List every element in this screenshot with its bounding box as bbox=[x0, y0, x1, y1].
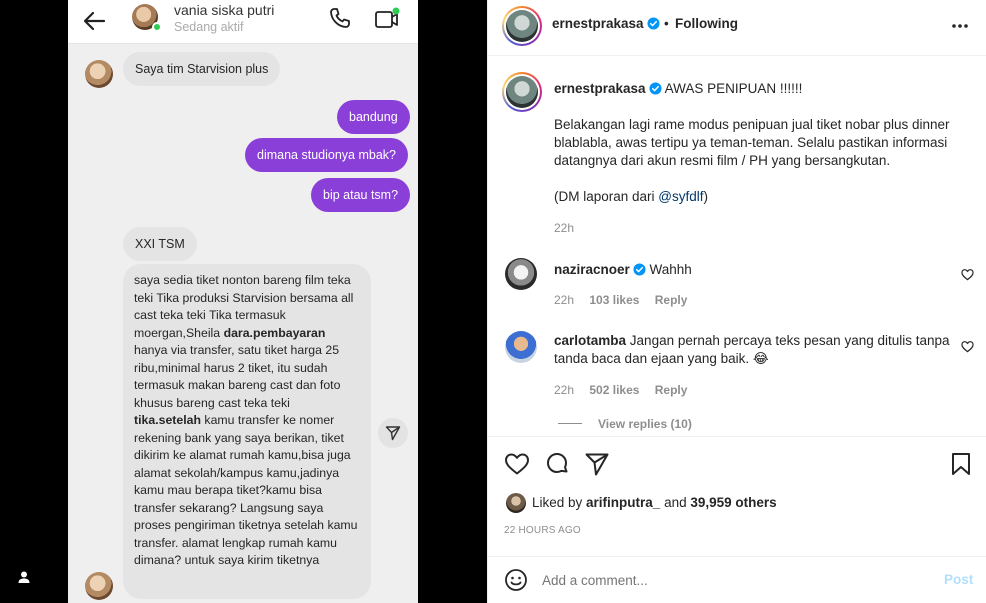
back-arrow-icon bbox=[83, 11, 106, 31]
video-call-icon bbox=[375, 7, 400, 28]
comment-text-line: naziracnoer Wahhh bbox=[554, 261, 954, 279]
add-comment-bar: Post bbox=[488, 556, 986, 603]
view-replies-button[interactable]: View replies (10) bbox=[598, 417, 692, 431]
contact-name: vania siska putri bbox=[174, 2, 275, 18]
caption-dm-prefix: (DM laporan dari bbox=[554, 189, 659, 204]
online-indicator bbox=[152, 22, 162, 32]
liked-by-prefix: Liked by bbox=[532, 495, 587, 510]
commenter-avatar[interactable] bbox=[505, 331, 537, 363]
comment-text-line: carlotamba Jangan pernah percaya teks pe… bbox=[554, 332, 954, 368]
chat-screenshot: vania siska putri Sedang aktif Saya tim … bbox=[68, 0, 418, 603]
comment-bubble-icon[interactable] bbox=[544, 451, 570, 477]
caption-author-username[interactable]: ernestprakasa bbox=[554, 81, 646, 96]
contact-avatar-small bbox=[85, 60, 113, 88]
liked-by-and: and bbox=[660, 495, 691, 510]
message-text: kamu transfer ke nomer rekening bank yan… bbox=[134, 413, 358, 567]
comment-likes[interactable]: 103 likes bbox=[589, 293, 639, 307]
message-bold-text: tika.setelah bbox=[134, 413, 201, 427]
more-options-icon[interactable] bbox=[950, 16, 970, 36]
verified-badge-icon bbox=[633, 263, 646, 276]
author-avatar[interactable] bbox=[502, 6, 542, 46]
comment-time: 22h bbox=[554, 383, 575, 397]
post-actions: Liked by arifinputra_ and 39,959 others … bbox=[488, 436, 986, 556]
emoji-icon[interactable] bbox=[504, 568, 528, 592]
share-send-icon[interactable] bbox=[584, 451, 610, 477]
comment-meta: 22h 502 likes Reply bbox=[554, 383, 687, 397]
caption-title-line: ernestprakasa AWAS PENIPUAN !!!!!! bbox=[554, 80, 970, 98]
comment-like-heart-icon[interactable] bbox=[961, 340, 974, 353]
view-replies-line bbox=[558, 423, 582, 424]
liked-by-others[interactable]: 39,959 others bbox=[690, 495, 776, 510]
caption-timestamp: 22h bbox=[554, 221, 575, 235]
comment-likes[interactable]: 502 likes bbox=[589, 383, 639, 397]
message-bold-text: dara.pembayaran bbox=[223, 325, 326, 340]
comment-text: Wahhh bbox=[649, 262, 692, 277]
verified-badge-icon bbox=[647, 17, 660, 30]
post-media: vania siska putri Sedang aktif Saya tim … bbox=[0, 0, 487, 603]
liked-by-text: Liked by arifinputra_ and 39,959 others bbox=[532, 495, 777, 510]
incoming-long-message: saya sedia tiket nonton bareng film teka… bbox=[123, 264, 371, 599]
like-heart-icon[interactable] bbox=[504, 451, 530, 477]
comment-reply-button[interactable]: Reply bbox=[655, 293, 688, 307]
post-header: ernestprakasa • Following bbox=[488, 0, 986, 56]
caption-dm-suffix: ) bbox=[703, 189, 709, 204]
caption-author-avatar[interactable] bbox=[502, 72, 542, 112]
following-button[interactable]: Following bbox=[675, 16, 738, 31]
tagged-user-icon[interactable] bbox=[17, 570, 31, 584]
incoming-message: Saya tim Starvision plus bbox=[123, 52, 281, 86]
message-text: hanya via transfer, satu tiket harga 25 … bbox=[134, 343, 341, 410]
comment-time: 22h bbox=[554, 293, 575, 307]
post-comment-button[interactable]: Post bbox=[944, 572, 973, 587]
comment-input[interactable] bbox=[542, 569, 922, 591]
liked-by-avatar[interactable] bbox=[506, 493, 526, 513]
forward-button bbox=[378, 418, 408, 448]
post-panel: ernestprakasa • Following ernestprakasa … bbox=[487, 0, 986, 603]
header-dot-separator: • bbox=[664, 16, 669, 31]
commenter-username[interactable]: carlotamba bbox=[554, 333, 626, 348]
post-timestamp: 22 HOURS AGO bbox=[504, 525, 581, 536]
contact-status: Sedang aktif bbox=[174, 20, 244, 34]
caption-dm-line: (DM laporan dari @syfdlf) bbox=[554, 188, 974, 206]
comment-reply-button[interactable]: Reply bbox=[655, 383, 688, 397]
save-bookmark-icon[interactable] bbox=[948, 451, 974, 477]
comment-like-heart-icon[interactable] bbox=[961, 268, 974, 281]
send-icon bbox=[385, 426, 401, 441]
author-username[interactable]: ernestprakasa bbox=[552, 16, 660, 31]
comment-meta: 22h 103 likes Reply bbox=[554, 293, 687, 307]
commenter-username[interactable]: naziracnoer bbox=[554, 262, 630, 277]
verified-badge-icon bbox=[649, 82, 662, 95]
commenter-avatar[interactable] bbox=[505, 258, 537, 290]
chat-header: vania siska putri Sedang aktif bbox=[68, 0, 418, 44]
outgoing-message: bip atau tsm? bbox=[311, 178, 411, 212]
contact-avatar-small bbox=[85, 572, 113, 600]
incoming-message: XXI TSM bbox=[123, 227, 197, 261]
liked-by-user[interactable]: arifinputra_ bbox=[586, 495, 660, 510]
outgoing-message: dimana studionya mbak? bbox=[245, 138, 408, 172]
phone-icon bbox=[330, 8, 350, 28]
outgoing-message: bandung bbox=[337, 100, 410, 134]
mention-link[interactable]: @syfdlf bbox=[658, 189, 703, 204]
caption-body: Belakangan lagi rame modus penipuan jual… bbox=[554, 117, 950, 168]
caption-title: AWAS PENIPUAN !!!!!! bbox=[664, 81, 803, 96]
